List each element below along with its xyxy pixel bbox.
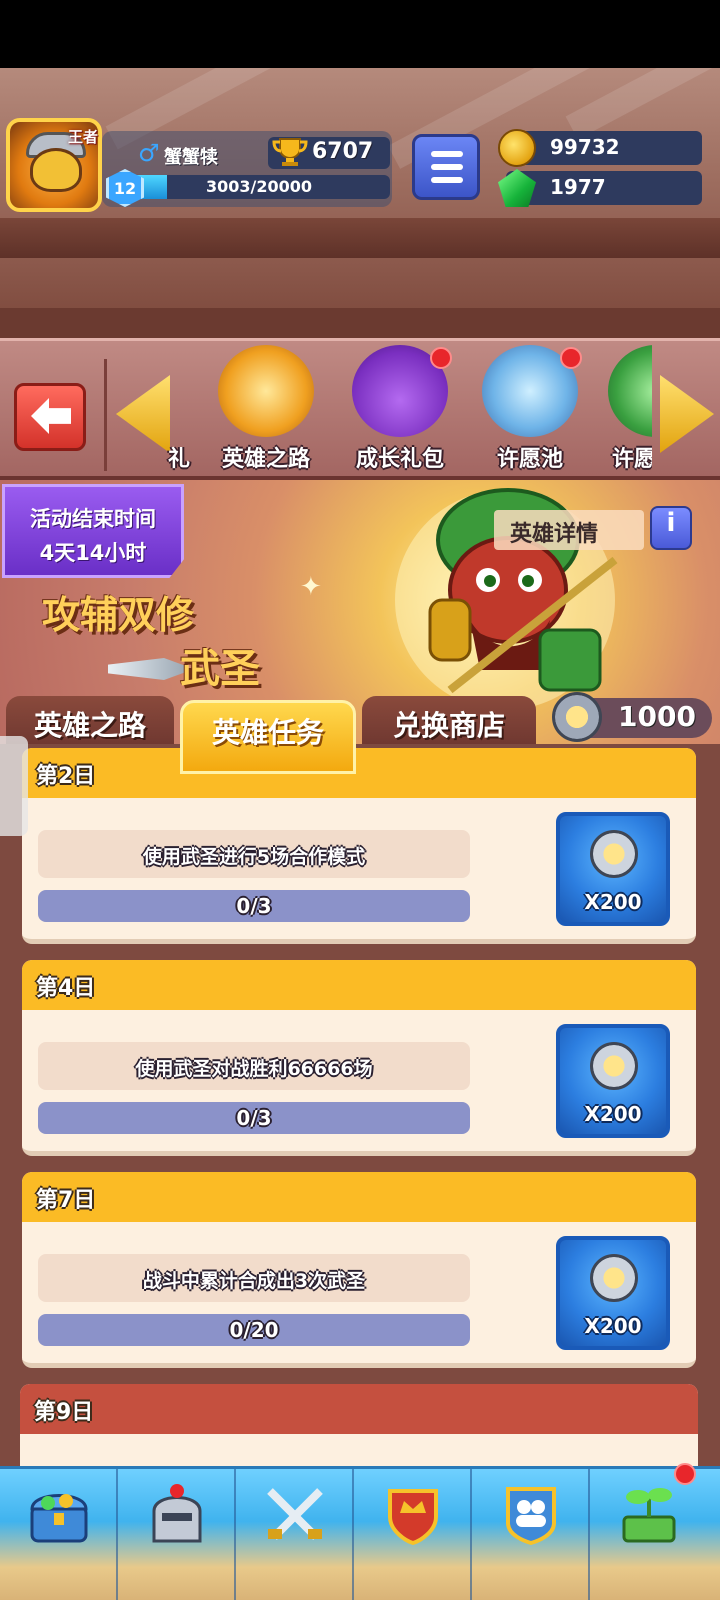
task-progress-bar: 0/3 <box>38 890 470 922</box>
event-tab-hero-road[interactable]: 英雄之路 <box>206 341 326 479</box>
reward-button[interactable]: X200 <box>556 1236 670 1350</box>
gold-coin-icon <box>498 129 536 167</box>
timer-title: 活动结束时间 <box>30 507 156 531</box>
tab-hero-road[interactable]: 英雄之路 <box>6 696 174 748</box>
task-card: 第7日 战斗中累计合成出3次武圣 0/20 X200 <box>22 1172 696 1368</box>
notification-dot <box>674 1463 696 1485</box>
sprout-icon <box>622 1488 676 1543</box>
crossed-swords-icon <box>267 1488 323 1540</box>
event-label: 成长礼包 <box>355 447 444 472</box>
xp-text: 3003/20000 <box>205 177 313 196</box>
event-tab-growth-pack[interactable]: 成长礼包 <box>340 341 460 479</box>
menu-button[interactable] <box>412 134 480 200</box>
back-button[interactable] <box>14 383 86 451</box>
task-card: 第9日 <box>20 1384 698 1466</box>
task-list: 第2日 使用武圣进行5场合作模式 0/3 X200 第4日 使用武圣对战胜利66… <box>0 744 720 1466</box>
treasure-chest-icon <box>30 1494 88 1543</box>
player-info-panel: ♂ 蟹蟹犊 6707 3003/20000 12 <box>102 131 392 207</box>
day-label: 第9日 <box>34 1400 94 1425</box>
progress-text: 0/20 <box>229 1318 279 1342</box>
task-header: 第7日 <box>22 1172 696 1222</box>
hero-token-icon <box>590 1254 638 1302</box>
token-balance: 1000 <box>552 692 712 742</box>
trophy-icon <box>272 138 308 166</box>
info-button[interactable]: i <box>650 506 692 550</box>
bottom-navigation <box>0 1463 720 1600</box>
nav-guild[interactable] <box>354 1469 472 1600</box>
gold-display[interactable]: 99732 <box>498 129 702 167</box>
reward-quantity: X200 <box>584 1102 642 1126</box>
hero-detail-label[interactable]: 英雄详情 <box>494 510 644 550</box>
trophy-count: 6707 <box>312 139 374 164</box>
tab-exchange-shop[interactable]: 兑换商店 <box>362 696 536 748</box>
token-count: 1000 <box>618 700 696 733</box>
hero-token-icon <box>590 1042 638 1090</box>
carousel-next-button[interactable] <box>660 375 714 453</box>
nav-chest[interactable] <box>0 1469 118 1600</box>
gold-amount: 99732 <box>550 135 620 159</box>
knight-helmet-icon <box>152 1484 202 1543</box>
hero-token-icon <box>590 830 638 878</box>
avatar-face <box>30 148 82 192</box>
event-partial-left[interactable]: 礼 <box>168 441 190 473</box>
event-timer-panel: 活动结束时间 4天14小时 <box>2 484 184 578</box>
banner-hero-name: 武圣 <box>180 646 260 692</box>
wish-icon <box>608 345 652 437</box>
crown-shield-icon <box>388 1489 438 1545</box>
divider <box>104 359 107 471</box>
player-name: 蟹蟹犊 <box>164 147 218 168</box>
xp-bar: 3003/20000 <box>128 175 390 199</box>
player-avatar[interactable]: 王者 <box>6 118 102 212</box>
event-tab-partial-right[interactable]: 许愿 <box>602 341 652 479</box>
gem-display[interactable]: 1977 <box>498 169 702 207</box>
reward-button[interactable]: X200 <box>556 1024 670 1138</box>
day-label: 第2日 <box>36 764 96 789</box>
task-card: 第4日 使用武圣对战胜利66666场 0/3 X200 <box>22 960 696 1156</box>
side-drawer-handle[interactable] <box>0 736 28 836</box>
task-header: 第9日 <box>20 1384 698 1434</box>
gem-amount: 1977 <box>550 175 606 199</box>
hero-portrait-icon <box>218 345 314 437</box>
hero-token-icon <box>552 692 602 742</box>
task-card: 第2日 使用武圣进行5场合作模式 0/3 X200 <box>22 748 696 944</box>
banner-slogan: 攻辅双修 <box>42 593 195 637</box>
male-icon: ♂ <box>138 139 160 167</box>
sparkle-icon: ✦ <box>300 572 322 602</box>
nav-battle[interactable] <box>236 1469 354 1600</box>
nav-garden[interactable] <box>590 1463 708 1600</box>
status-bar <box>0 0 720 68</box>
rank-badge: 王者 <box>68 128 99 146</box>
event-label: 英雄之路 <box>221 447 310 472</box>
sword-icon <box>108 658 188 680</box>
task-progress-bar: 0/3 <box>38 1102 470 1134</box>
tab-hero-tasks[interactable]: 英雄任务 <box>180 700 356 774</box>
progress-text: 0/3 <box>236 1106 272 1130</box>
day-label: 第7日 <box>36 1188 96 1213</box>
reward-quantity: X200 <box>584 890 642 914</box>
task-description: 使用武圣对战胜利66666场 <box>38 1042 470 1090</box>
event-label: 许愿池 <box>496 447 563 472</box>
back-arrow-icon <box>31 398 71 434</box>
menu-icon <box>431 151 463 157</box>
progress-text: 0/3 <box>236 894 272 918</box>
carousel-prev-button[interactable] <box>116 375 170 453</box>
event-carousel: 礼 英雄之路 成长礼包 许愿池 许愿 <box>0 338 720 480</box>
notification-dot <box>560 347 582 369</box>
notification-dot <box>430 347 452 369</box>
task-description: 使用武圣进行5场合作模式 <box>38 830 470 878</box>
nav-social[interactable] <box>472 1469 590 1600</box>
event-tab-wishing-pool[interactable]: 许愿池 <box>470 341 590 479</box>
nav-heroes[interactable] <box>118 1469 236 1600</box>
task-header: 第4日 <box>22 960 696 1010</box>
reward-quantity: X200 <box>584 1314 642 1338</box>
event-label: 许愿 <box>612 447 652 472</box>
task-header: 第2日 <box>22 748 696 798</box>
task-progress-bar: 0/20 <box>38 1314 470 1346</box>
timer-remaining: 4天14小时 <box>39 541 147 565</box>
day-label: 第4日 <box>36 976 96 1001</box>
friends-icon <box>506 1487 556 1545</box>
reward-button[interactable]: X200 <box>556 812 670 926</box>
task-description: 战斗中累计合成出3次武圣 <box>38 1254 470 1302</box>
